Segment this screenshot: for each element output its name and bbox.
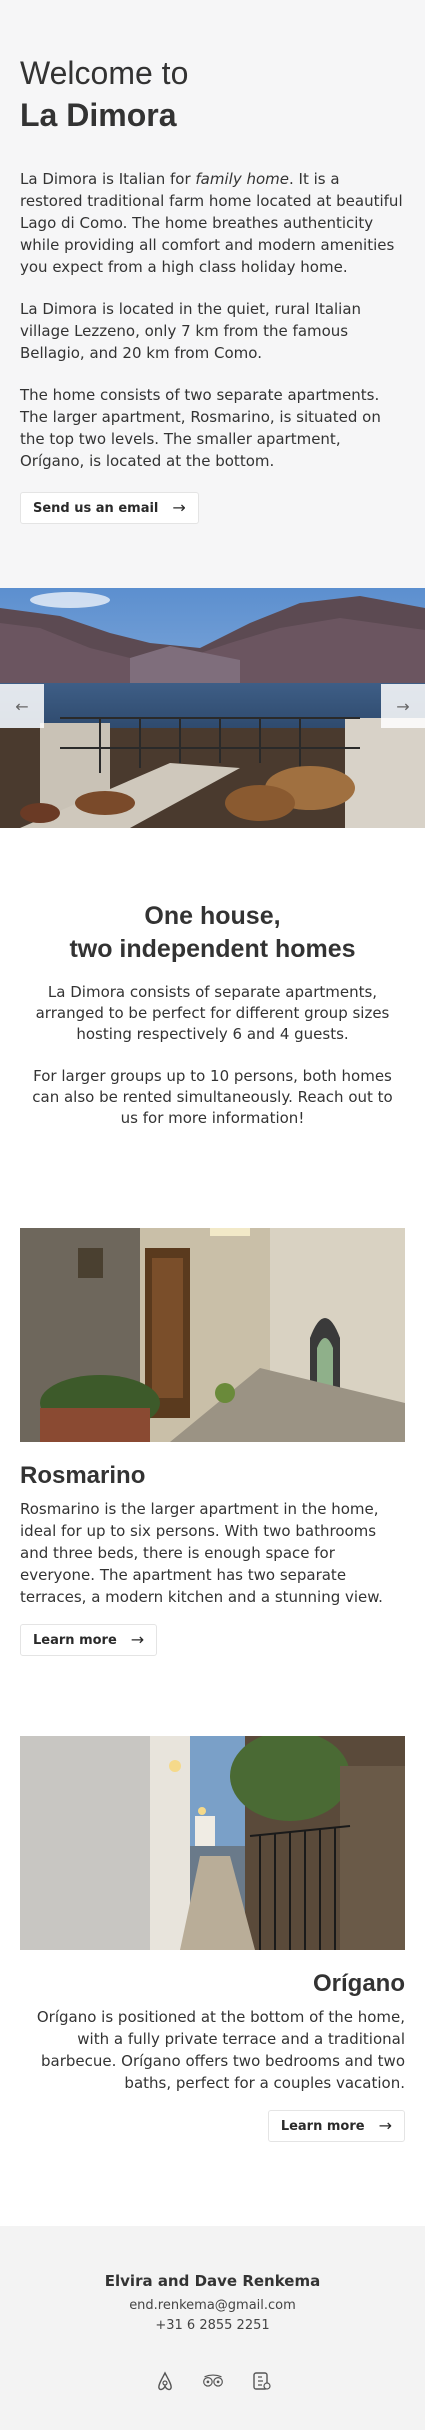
- contact-email[interactable]: end.renkema@gmail.com: [0, 2296, 425, 2316]
- slider-prev-button[interactable]: ←: [0, 684, 44, 728]
- send-email-button[interactable]: Send us an email →: [20, 492, 199, 524]
- photo-slider: ← →: [0, 588, 425, 828]
- send-email-label: Send us an email: [33, 500, 159, 516]
- hero-p1-em: family home: [195, 170, 289, 188]
- page-title: Welcome to La Dimora: [20, 52, 405, 136]
- arrow-right-icon: →: [378, 2116, 392, 2135]
- footer: Elvira and Dave Renkema end.renkema@gmai…: [0, 2226, 425, 2430]
- intro-section: One house, two independent homes La Dimo…: [0, 828, 425, 1228]
- arrow-right-icon: →: [172, 498, 186, 517]
- title-line-1: Welcome to: [20, 55, 189, 91]
- airbnb-icon[interactable]: [154, 2370, 176, 2392]
- origano-photo: [20, 1736, 405, 1950]
- owner-name: Elvira and Dave Renkema: [104, 2272, 321, 2290]
- arrow-right-icon: →: [130, 1630, 145, 1649]
- apartment-name: Orígano: [312, 1970, 405, 1997]
- contact-phone[interactable]: +31 6 2855 2251: [0, 2316, 425, 2336]
- hero-p1-before: La Dimora is Italian for: [20, 170, 196, 188]
- hero-paragraph-3: The home consists of two separate apartm…: [20, 386, 381, 470]
- arrow-left-icon: ←: [15, 696, 29, 716]
- apartment-description: Orígano is positioned at the bottom of t…: [36, 2008, 405, 2092]
- booking-icon[interactable]: [250, 2370, 272, 2392]
- learn-more-rosmarino-button[interactable]: Learn more →: [20, 1624, 158, 1656]
- intro-paragraph-1: La Dimora consists of separate apartment…: [35, 983, 390, 1043]
- lake-como-photo: [0, 588, 425, 828]
- intro-heading: One house, two independent homes: [24, 900, 401, 966]
- learn-more-origano-button[interactable]: Learn more →: [267, 2110, 405, 2142]
- hero-section: Welcome to La Dimora La Dimora is Italia…: [0, 0, 425, 588]
- intro-paragraph-2: For larger groups up to 10 persons, both…: [32, 1067, 393, 1127]
- hero-paragraph-2: La Dimora is located in the quiet, rural…: [20, 300, 362, 362]
- learn-more-label: Learn more: [33, 1632, 117, 1648]
- intro-heading-line-2: two independent homes: [69, 935, 356, 963]
- apartment-origano: Orígano Orígano is positioned at the bot…: [0, 1736, 425, 2142]
- learn-more-label: Learn more: [280, 2118, 365, 2134]
- title-line-2: La Dimora: [20, 97, 177, 133]
- social-links: [0, 2370, 425, 2392]
- apartment-description: Rosmarino is the larger apartment in the…: [20, 1500, 383, 1606]
- hero-paragraph-1: La Dimora is Italian for family home. It…: [20, 168, 405, 278]
- slider-next-button[interactable]: →: [381, 684, 425, 728]
- apartment-name: Rosmarino: [20, 1462, 146, 1489]
- arrow-right-icon: →: [396, 696, 410, 716]
- tripadvisor-icon[interactable]: [202, 2370, 224, 2392]
- apartment-rosmarino: Rosmarino Rosmarino is the larger apartm…: [0, 1228, 425, 1656]
- intro-heading-line-1: One house,: [144, 902, 281, 930]
- rosmarino-photo: [20, 1228, 405, 1442]
